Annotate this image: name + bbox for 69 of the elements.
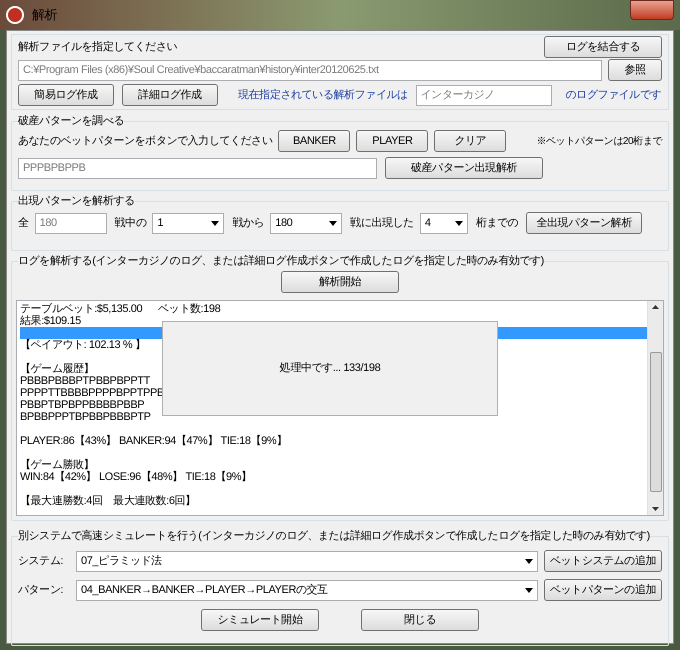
log-line[interactable]: 【ゲーム勝敗】 (20, 459, 94, 471)
log-line[interactable]: 【ペイアウト: 102.13 % 】 (20, 339, 146, 351)
dropdown-value: 180 (275, 216, 292, 231)
range-label: 戦に出現した (350, 216, 414, 231)
log-line[interactable]: 【ゲーム履歴】 (20, 363, 94, 375)
caret-icon (525, 588, 533, 592)
pattern-label: パターン: (18, 582, 64, 598)
app-icon (6, 6, 24, 24)
banker-button[interactable]: BANKER (278, 130, 350, 152)
current-file-label: 現在指定されている解析ファイルは (238, 88, 408, 103)
log-line[interactable]: テーブルベット:$5,135.00 ベット数:198 (20, 303, 220, 315)
scroll-down-icon[interactable] (652, 507, 659, 511)
scroll-thumb[interactable] (650, 352, 662, 492)
dropdown[interactable]: 04_BANKER→BANKER→PLAYER→PLAYERの交互 (76, 580, 538, 600)
dropdown-value: 07_ピラミッド法 (81, 554, 162, 569)
bankrupt-analysis-button[interactable]: 破産パターン出現解析 (385, 157, 543, 179)
log-line[interactable]: PPPPTTBBBBPPPPBPPTPPB (20, 387, 164, 399)
file-path-field[interactable]: C:¥Program Files (x86)¥Soul Creative¥baccaratman¥history¥inter20120625.txt (18, 60, 602, 80)
dropdown[interactable]: 07_ピラミッド法 (76, 550, 538, 572)
window-title: 解析 (32, 6, 58, 24)
group-title: 破産パターンを調べる (18, 114, 124, 128)
log-line[interactable]: BPBBPPPTBPBBPBBBPTP (20, 411, 151, 423)
combine-log-button[interactable]: ログを結合する (544, 36, 662, 58)
add-bet-pattern-button[interactable]: ベットパターンの追加 (544, 579, 662, 601)
log-line[interactable]: 結果:$109.15 (20, 315, 81, 327)
close-button[interactable] (630, 0, 674, 20)
caret-icon (525, 558, 533, 564)
clear-button[interactable]: クリア (434, 130, 506, 152)
group-title: 別システムで高速シミュレートを行う(インターカジノのログ、または詳細ログ作成ボタンで作成したログを指定した時のみ有効です) (18, 529, 650, 543)
close-dialog-button[interactable]: 閉じる (361, 609, 479, 631)
section-label: 解析ファイルを指定してください (18, 40, 178, 55)
dropdown-value: 1 (157, 216, 164, 231)
range-label: 戦から (232, 216, 264, 231)
prompt-text: あなたのベットパターンをボタンで入力してください (18, 134, 272, 149)
system-label: システム: (18, 554, 64, 569)
detail-log-button[interactable]: 詳細ログ作成 (122, 84, 218, 106)
add-bet-system-button[interactable]: ベットシステムの追加 (544, 550, 662, 572)
caret-icon (454, 220, 463, 226)
player-button[interactable]: PLAYER (356, 130, 428, 152)
bet-pattern-field[interactable]: PPPBPBPPB (18, 158, 377, 178)
group-title: ログを解析する(インターカジノのログ、または詳細ログ作成ボタンで作成したログを指定した時のみ有効です) (18, 254, 544, 268)
caret-icon (329, 220, 338, 226)
caret-icon (211, 220, 220, 226)
dropdown[interactable]: 1 (152, 212, 224, 234)
log-line[interactable]: 【最大連勝数:4回 最大連敗数:6回】 (20, 495, 196, 507)
current-file-field[interactable]: インターカジノ (416, 84, 552, 106)
browse-button[interactable]: 参照 (608, 59, 662, 81)
digits-label: 桁までの (476, 216, 518, 231)
scrollbar[interactable] (647, 301, 663, 515)
log-line[interactable]: PBBBPBBBPTPBBPBPPTT (20, 375, 150, 387)
dropdown-value: 04_BANKER→BANKER→PLAYER→PLAYERの交互 (81, 582, 328, 598)
progress-text: 処理中です... 133/198 (280, 361, 380, 376)
scroll-up-icon[interactable] (652, 305, 659, 309)
dropdown[interactable]: 4 (420, 212, 468, 234)
total-games-field[interactable]: 180 (34, 212, 107, 234)
dropdown[interactable]: 180 (270, 212, 342, 234)
all-pattern-analysis-button[interactable]: 全出現パターン解析 (526, 212, 642, 234)
log-line[interactable]: WIN:84【42%】 LOSE:96【48%】 TIE:18【9%】 (20, 471, 252, 483)
range-label: 戦中の (114, 216, 146, 231)
current-file-suffix: のログファイルです (566, 88, 662, 103)
dropdown-value: 4 (424, 216, 431, 231)
simple-log-button[interactable]: 簡易ログ作成 (18, 84, 114, 106)
log-line[interactable]: PBBPTBPBPPBBBBPBBP (20, 399, 144, 411)
note-text: ※ベットパターンは20桁まで (536, 134, 662, 148)
analysis-start-button[interactable]: 解析開始 (281, 271, 399, 293)
simulate-start-button[interactable]: シミュレート開始 (201, 609, 319, 631)
total-label: 全 (18, 216, 29, 231)
log-line[interactable]: PLAYER:86【43%】 BANKER:94【47%】 TIE:18【9%】 (20, 435, 287, 447)
group-title: 出現パターンを解析する (18, 194, 135, 208)
